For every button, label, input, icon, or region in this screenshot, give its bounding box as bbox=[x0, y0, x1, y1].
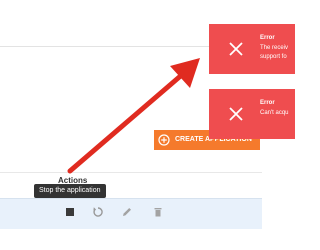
close-icon[interactable] bbox=[228, 41, 244, 57]
tooltip: Stop the application bbox=[34, 184, 106, 198]
toast-message: Can't acqu bbox=[260, 109, 295, 118]
delete-icon[interactable] bbox=[151, 205, 165, 219]
stop-icon[interactable] bbox=[63, 205, 77, 219]
close-icon[interactable] bbox=[228, 106, 244, 122]
toast-title: Error bbox=[260, 100, 275, 106]
restart-icon[interactable] bbox=[91, 205, 105, 219]
error-toast[interactable]: Error The receiv support fo bbox=[209, 24, 295, 74]
toast-message-line: Can't acqu bbox=[260, 110, 289, 116]
toast-message: The receiv support fo bbox=[260, 44, 295, 62]
toast-title: Error bbox=[260, 35, 275, 41]
plus-circle-icon bbox=[158, 134, 170, 146]
edit-icon[interactable] bbox=[120, 205, 134, 219]
toast-message-line: The receiv bbox=[260, 45, 289, 51]
error-toast[interactable]: Error Can't acqu bbox=[209, 89, 295, 139]
toast-message-line: support fo bbox=[260, 54, 287, 60]
